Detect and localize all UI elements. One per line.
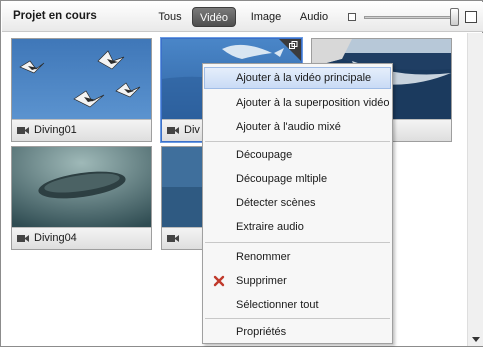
- zoom-slider-thumb[interactable]: [450, 8, 459, 26]
- video-camera-icon: [17, 127, 29, 134]
- menu-item-delete[interactable]: Supprimer: [204, 270, 391, 292]
- tab-tous[interactable]: Tous: [153, 7, 187, 27]
- panel-header: Projet en cours Tous Vidéo Image Audio: [2, 2, 483, 32]
- menu-separator: [205, 318, 390, 319]
- menu-item-multiple-trim[interactable]: Découpage mltiple: [204, 168, 391, 190]
- video-camera-icon: [167, 127, 179, 134]
- zoom-slider[interactable]: [364, 16, 456, 19]
- panel-title: Projet en cours: [13, 10, 97, 22]
- zoom-large-icon[interactable]: [465, 11, 477, 23]
- tile-caption: Diving01: [12, 119, 151, 141]
- menu-item-add-mixed-audio[interactable]: Ajouter à l'audio mixé: [204, 116, 391, 138]
- tile-caption: Diving04: [12, 227, 151, 249]
- menu-item-select-all[interactable]: Sélectionner tout: [204, 294, 391, 316]
- zoom-small-icon[interactable]: [348, 13, 356, 21]
- menu-item-trim[interactable]: Découpage: [204, 144, 391, 166]
- media-name: Diving04: [34, 232, 77, 244]
- menu-item-detect-scenes[interactable]: Détecter scènes: [204, 192, 391, 214]
- menu-item-add-main-video[interactable]: Ajouter à la vidéo principale: [204, 67, 391, 89]
- tab-image[interactable]: Image: [246, 7, 286, 27]
- video-thumbnail: [12, 147, 151, 227]
- menu-item-rename[interactable]: Renommer: [204, 246, 391, 268]
- menu-separator: [205, 141, 390, 142]
- media-tile[interactable]: Diving04: [11, 146, 152, 250]
- tab-video[interactable]: Vidéo: [192, 7, 236, 27]
- media-library-panel: Projet en cours Tous Vidéo Image Audio D…: [0, 0, 483, 347]
- menu-item-extract-audio[interactable]: Extraire audio: [204, 216, 391, 238]
- menu-item-properties[interactable]: Propriétés: [204, 321, 391, 343]
- menu-separator: [205, 242, 390, 243]
- menu-item-add-video-overlay[interactable]: Ajouter à la superposition vidéo: [204, 92, 391, 114]
- multi-segment-icon: [289, 41, 298, 49]
- video-thumbnail: [12, 39, 151, 119]
- menu-item-delete-label: Supprimer: [236, 275, 287, 287]
- vertical-scrollbar[interactable]: [467, 33, 483, 346]
- scroll-down-arrow-icon[interactable]: [472, 337, 480, 342]
- media-name: Diving01: [34, 124, 77, 136]
- media-tile[interactable]: Diving01: [11, 38, 152, 142]
- media-name: Div: [184, 124, 200, 136]
- context-menu: Ajouter à la vidéo principale Ajouter à …: [202, 63, 393, 344]
- video-camera-icon: [167, 235, 179, 242]
- video-camera-icon: [17, 235, 29, 242]
- tab-audio[interactable]: Audio: [294, 7, 334, 27]
- delete-x-icon: [213, 275, 225, 287]
